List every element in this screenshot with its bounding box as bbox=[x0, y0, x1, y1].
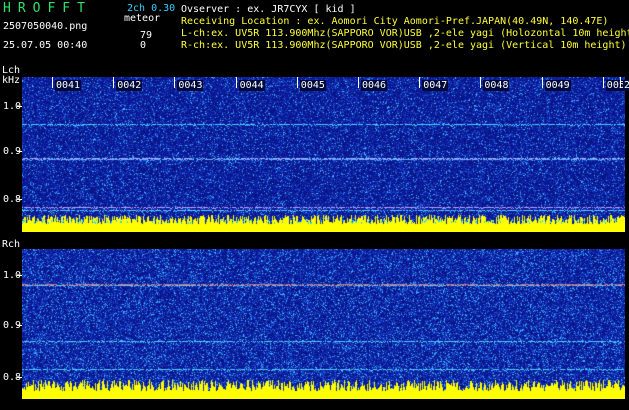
time-tick-mark bbox=[174, 77, 176, 88]
time-tick-label: 0049 bbox=[544, 80, 571, 91]
time-tick-mark bbox=[419, 77, 421, 88]
location-info: Receiving Location : ex. Aomori City Aom… bbox=[181, 16, 609, 27]
rch-label: Rch bbox=[2, 239, 21, 250]
time-tick-mark bbox=[480, 77, 482, 88]
lch-spectrogram bbox=[22, 77, 625, 232]
filename: 2507050040.png bbox=[3, 21, 88, 32]
time-tick-mark bbox=[541, 77, 543, 88]
rch-ytick-mark bbox=[17, 325, 22, 326]
time-tick-label: 0043 bbox=[177, 80, 204, 91]
lch-unit: kHz bbox=[2, 75, 21, 86]
observer-info: Ovserver : ex. JR7CYX [ kid ] bbox=[181, 4, 356, 15]
time-tick-label: 0048 bbox=[483, 80, 510, 91]
time-tick-label: 2 bbox=[623, 80, 629, 91]
time-tick-mark bbox=[358, 77, 359, 88]
time-tick-label: 0042 bbox=[116, 80, 143, 91]
rch-ytick-mark bbox=[17, 377, 22, 378]
lch-ytick-mark bbox=[17, 151, 22, 152]
time-tick-mark bbox=[602, 77, 604, 88]
time-tick-mark bbox=[235, 77, 237, 88]
time-tick-mark bbox=[113, 77, 115, 88]
rch-ytick-mark bbox=[17, 275, 22, 276]
count-rch: 0 bbox=[140, 40, 147, 51]
lch-info: L-ch:ex. UV5R 113.900Mhz(SAPPORO VOR)USB… bbox=[181, 28, 629, 39]
detection-type: meteor bbox=[124, 13, 161, 24]
time-tick-label: 0041 bbox=[55, 80, 82, 91]
time-tick-mark bbox=[620, 77, 621, 88]
rch-info: R-ch:ex. UV5R 113.900Mhz(SAPPORO VOR)USB… bbox=[181, 40, 627, 51]
time-tick-label: 0044 bbox=[238, 80, 265, 91]
lch-ytick-mark bbox=[17, 199, 22, 200]
time-tick-label: 0045 bbox=[299, 80, 326, 91]
time-tick-label: 0046 bbox=[361, 80, 388, 91]
timestamp: 25.07.05 00:40 bbox=[3, 40, 88, 51]
app-title: HROFFT bbox=[3, 1, 92, 16]
time-tick-label: 0047 bbox=[422, 80, 449, 91]
lch-ytick-mark bbox=[17, 106, 22, 107]
time-tick-mark bbox=[296, 77, 298, 88]
time-tick-mark bbox=[52, 77, 53, 88]
rch-spectrogram bbox=[22, 249, 625, 399]
